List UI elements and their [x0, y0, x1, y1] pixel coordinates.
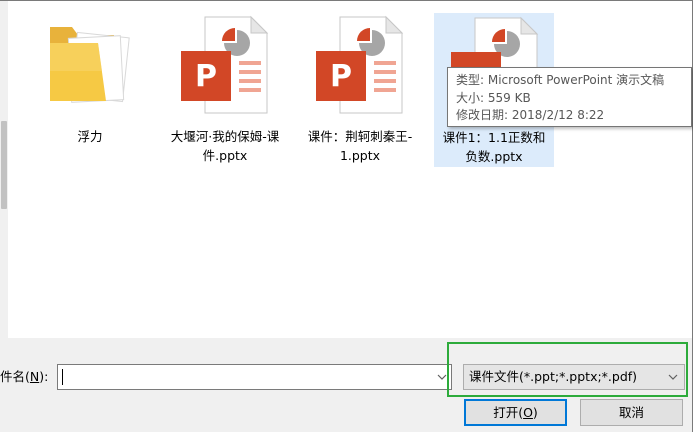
vertical-scrollbar[interactable] [0, 1, 8, 338]
file-name: 课件：荆轲刺秦王-1.pptx [307, 129, 413, 163]
scrollbar-thumb[interactable] [1, 121, 7, 209]
file-name: 浮力 [77, 129, 103, 144]
tooltip-size: 大小: 559 KB [456, 90, 531, 105]
text-caret [62, 369, 63, 385]
folder-icon [30, 13, 150, 123]
file-item-pptx[interactable]: P 课件：荆轲刺秦王-1.pptx [300, 13, 420, 167]
filename-label-accelerator: N [29, 369, 40, 384]
pptx-file-icon: P [165, 13, 285, 123]
file-item-folder[interactable]: 浮力 [30, 13, 150, 167]
filename-label: 件名(N): [0, 369, 48, 385]
cancel-button[interactable]: 取消 [580, 399, 683, 426]
tooltip-type: 类型: Microsoft PowerPoint 演示文稿 [456, 73, 665, 87]
file-info-tooltip: 类型: Microsoft PowerPoint 演示文稿 大小: 559 KB… [447, 67, 692, 127]
file-list[interactable]: 浮力 P 大堰河·我的保姆-课件.pptx P 课件：荆轲刺秦王-1.pptx … [0, 1, 692, 338]
open-button-accelerator: O [523, 405, 533, 420]
pptx-file-icon: P [300, 13, 420, 123]
file-type-filter[interactable]: 课件文件(*.ppt;*.pptx;*.pdf) [463, 364, 685, 390]
tooltip-modified-date: 修改日期: 2018/2/12 8:22 [456, 108, 605, 122]
filename-label-text: 件名( [0, 369, 30, 384]
file-dialog: 浮力 P 大堰河·我的保姆-课件.pptx P 课件：荆轲刺秦王-1.pptx … [0, 0, 693, 432]
svg-text:P: P [330, 59, 352, 94]
filename-combobox[interactable] [57, 364, 452, 390]
filename-label-suffix: ): [39, 369, 49, 384]
open-button[interactable]: 打开(O) [464, 399, 567, 426]
file-type-filter-value: 课件文件(*.ppt;*.pptx;*.pdf) [469, 369, 638, 384]
svg-text:P: P [195, 59, 217, 94]
file-name: 课件1：1.1正数和负数.pptx [442, 130, 546, 164]
file-name: 大堰河·我的保姆-课件.pptx [170, 129, 280, 163]
open-button-label: 打开( [493, 405, 524, 420]
file-item-pptx[interactable]: P 大堰河·我的保姆-课件.pptx [165, 13, 285, 167]
chevron-down-icon[interactable] [664, 365, 682, 389]
filename-input[interactable] [60, 367, 432, 387]
open-button-suffix: ) [532, 405, 538, 420]
